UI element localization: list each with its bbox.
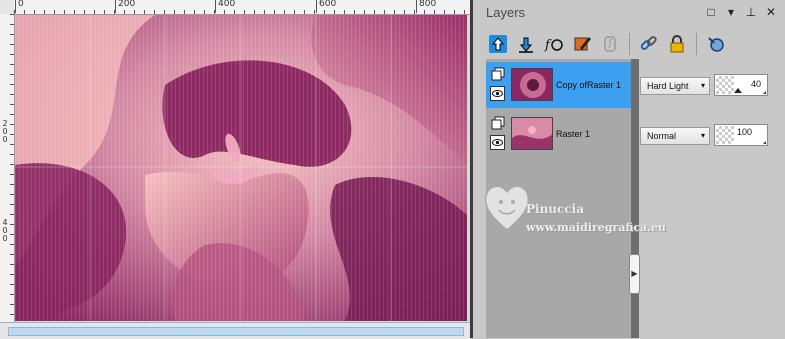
layer-group-icon[interactable] (491, 67, 505, 81)
image-canvas[interactable] (15, 15, 467, 321)
svg-text:f: f (544, 38, 552, 53)
watermark-heart-icon (484, 185, 530, 231)
layer-properties-row: Hard Light ▾ 40 (640, 69, 780, 99)
panel-header: Layers □ ▾ ⊥ ✕ (473, 0, 785, 26)
watermark-url: www.maidiregrafica.eu (526, 221, 667, 234)
fx-icon[interactable]: f (542, 32, 566, 56)
layer-properties-row: Normal ▾ 100 (640, 119, 780, 149)
mask-icon[interactable] (598, 32, 622, 56)
toolbar-divider (629, 33, 630, 55)
layer-row[interactable]: Raster 1 (486, 111, 631, 157)
layer-name: Raster 1 (556, 129, 591, 139)
panel-controls: □ ▾ ⊥ ✕ (705, 5, 777, 19)
restore-icon[interactable]: □ (705, 5, 717, 19)
opacity-swatch (716, 76, 734, 94)
chevron-down-icon[interactable]: ▾ (725, 5, 737, 19)
horizontal-scrollbar[interactable] (0, 322, 470, 339)
chevron-right-icon: ▶ (631, 269, 638, 278)
slider-corner-icon (763, 141, 766, 144)
link-icon[interactable] (637, 32, 661, 56)
opacity-value: 100 (737, 127, 753, 137)
layer-row[interactable]: Copy ofRaster 1 (486, 62, 631, 108)
ruler-tick: 400 (215, 0, 235, 13)
watermark-name: Pinuccia (526, 202, 584, 216)
ruler-tick: 600 (316, 0, 336, 13)
ruler-corner (0, 0, 15, 15)
toolbar-divider (696, 33, 697, 55)
slider-corner-icon (763, 91, 766, 94)
layer-name: Copy ofRaster 1 (556, 80, 622, 90)
collapse-handle[interactable]: ▶ (629, 254, 640, 294)
close-icon[interactable]: ✕ (765, 5, 777, 19)
opacity-slider-handle[interactable] (734, 88, 742, 93)
layer-toolbar: f (486, 31, 728, 57)
opacity-value: 40 (750, 79, 761, 89)
ruler-tick: 2 0 0 (2, 119, 8, 144)
dropdown-arrow-icon: ▾ (700, 131, 705, 140)
panel-title: Layers (486, 5, 526, 20)
dropdown-arrow-icon: ▾ (700, 81, 705, 90)
ruler-tick: 0 (15, 0, 24, 13)
layer-thumbnail (511, 68, 553, 101)
layers-panel: Layers □ ▾ ⊥ ✕ f Copy ofRaster 1 Raster … (470, 0, 785, 338)
opacity-field[interactable]: 100 (714, 124, 768, 146)
layer-group-icon[interactable] (491, 116, 505, 130)
refresh-icon[interactable] (704, 32, 728, 56)
opacity-field[interactable]: 40 (714, 74, 768, 96)
blend-mode-value: Normal (647, 131, 677, 141)
blend-mode-value: Hard Light (647, 81, 689, 91)
eye-icon[interactable] (490, 86, 505, 101)
watermark: Pinuccia www.maidiregrafica.eu (484, 180, 724, 250)
pin-icon[interactable]: ⊥ (745, 5, 757, 19)
vertical-ruler: 2 0 0 4 0 0 (0, 14, 15, 322)
edit-icon[interactable] (570, 32, 594, 56)
layer-thumbnail (511, 117, 553, 150)
move-down-icon[interactable] (514, 32, 538, 56)
ruler-tick: 4 0 0 (2, 218, 8, 243)
ruler-tick: 200 (115, 0, 135, 13)
blend-mode-select[interactable]: Hard Light ▾ (640, 77, 710, 95)
horizontal-ruler: 0 200 400 600 800 (14, 0, 470, 15)
ruler-tick: 800 (416, 0, 436, 13)
canvas-pane: 0 200 400 600 800 2 0 0 4 0 0 (0, 0, 470, 339)
lock-icon[interactable] (665, 32, 689, 56)
blend-mode-select[interactable]: Normal ▾ (640, 127, 710, 145)
scrollbar-thumb[interactable] (8, 327, 464, 336)
eye-icon[interactable] (490, 135, 505, 150)
opacity-swatch (716, 126, 734, 144)
canvas-artwork (15, 15, 467, 321)
move-up-icon[interactable] (486, 32, 510, 56)
